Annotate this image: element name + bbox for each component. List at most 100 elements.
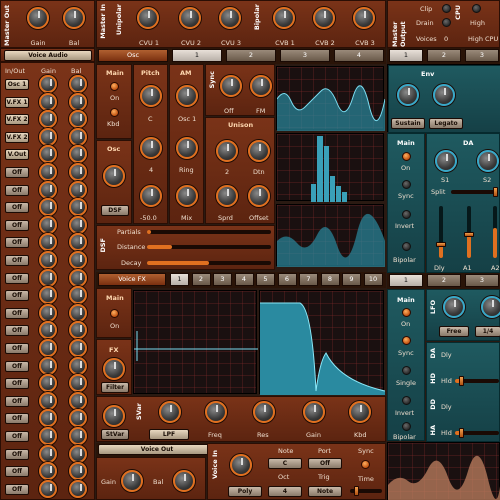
note-select[interactable]: C xyxy=(268,458,302,469)
voice-audio-row-button[interactable]: Off xyxy=(5,395,29,407)
voice-audio-row-button[interactable]: Off xyxy=(5,431,29,442)
voice-audio-row-button[interactable]: Off xyxy=(5,184,29,196)
vout-gain-knob[interactable] xyxy=(121,470,143,492)
voice-audio-gain-knob[interactable] xyxy=(39,163,57,181)
da-invert-led[interactable] xyxy=(402,210,411,219)
voice-audio-bal-knob[interactable] xyxy=(69,479,87,498)
hd-handle[interactable] xyxy=(459,376,464,386)
split-slider[interactable] xyxy=(451,190,497,194)
freq-knob[interactable] xyxy=(205,401,227,423)
voice-audio-row-button[interactable]: V.Out xyxy=(5,149,29,161)
svar-kbd-knob[interactable] xyxy=(349,401,371,423)
voice-audio-gain-knob[interactable] xyxy=(39,92,57,111)
poly-button[interactable]: Poly xyxy=(228,486,262,497)
voice-audio-gain-knob[interactable] xyxy=(39,444,57,463)
voice-fx-tab-8[interactable]: 8 xyxy=(320,273,340,286)
voice-audio-row-button[interactable]: Off xyxy=(5,343,29,354)
voice-audio-gain-knob[interactable] xyxy=(39,127,57,146)
voice-audio-bal-knob[interactable] xyxy=(69,163,87,181)
voice-audio-bal-knob[interactable] xyxy=(69,374,87,393)
lfo-sync-led[interactable] xyxy=(402,336,411,345)
voice-audio-gain-knob[interactable] xyxy=(39,233,57,252)
voice-fx-tab-5[interactable]: 5 xyxy=(256,273,275,286)
voice-fx-tab-4[interactable]: 4 xyxy=(234,273,254,286)
voice-audio-bal-knob[interactable] xyxy=(69,356,87,375)
right-tab-1[interactable]: 1 xyxy=(389,49,423,62)
osc-tab-1[interactable]: 1 xyxy=(172,49,222,62)
voice-fx-tab-6[interactable]: 6 xyxy=(277,273,297,286)
cvu1-knob[interactable] xyxy=(137,7,159,29)
osc-tab-3[interactable]: 3 xyxy=(280,49,330,62)
voice-audio-row-button[interactable]: Off xyxy=(5,237,29,249)
unison-offset-knob[interactable] xyxy=(248,185,270,207)
voice-audio-bal-knob[interactable] xyxy=(69,303,87,322)
voice-audio-gain-knob[interactable] xyxy=(39,198,57,217)
fx-type-knob[interactable] xyxy=(103,358,125,380)
drain-led[interactable] xyxy=(442,18,451,27)
voice-audio-gain-knob[interactable] xyxy=(39,251,57,269)
mix-knob[interactable] xyxy=(176,185,198,207)
vfx-on-led[interactable] xyxy=(110,309,119,318)
unison-sprd-knob[interactable] xyxy=(216,185,238,207)
vout-bal-knob[interactable] xyxy=(173,470,195,492)
dly-slider[interactable] xyxy=(439,206,443,258)
voice-audio-bal-knob[interactable] xyxy=(69,215,87,234)
free-button[interactable]: Free xyxy=(439,326,469,337)
voice-audio-row-button[interactable]: Osc 1 xyxy=(5,79,29,90)
voice-audio-gain-knob[interactable] xyxy=(39,374,57,393)
voice-fx-tab-2[interactable]: 2 xyxy=(191,273,211,286)
voice-fx-title-tab[interactable]: Voice FX xyxy=(98,273,166,286)
voice-audio-row-button[interactable]: V.FX 2 xyxy=(5,114,29,126)
a1-handle[interactable] xyxy=(464,232,474,237)
voice-audio-gain-knob[interactable] xyxy=(39,145,57,164)
cvu3-knob[interactable] xyxy=(219,7,241,29)
svar-gain-knob[interactable] xyxy=(303,401,325,423)
cvb2-knob[interactable] xyxy=(313,7,335,29)
distance-slider[interactable] xyxy=(147,245,271,249)
res-knob[interactable] xyxy=(253,401,275,423)
partials-slider[interactable] xyxy=(147,230,271,234)
voice-audio-row-button[interactable]: Off xyxy=(5,307,29,319)
da-bipolar-led[interactable] xyxy=(402,242,411,251)
voice-audio-bal-knob[interactable] xyxy=(69,391,87,410)
voice-audio-row-button[interactable]: Off xyxy=(5,325,29,337)
lpf-button[interactable]: LPF xyxy=(149,429,189,440)
voice-audio-gain-knob[interactable] xyxy=(39,427,57,445)
voice-audio-row-button[interactable]: Off xyxy=(5,466,29,478)
port-select[interactable]: Off xyxy=(308,458,342,469)
rate-button[interactable]: 1/4 xyxy=(475,326,500,337)
voice-audio-gain-knob[interactable] xyxy=(39,391,57,410)
right-tab-2[interactable]: 2 xyxy=(427,49,461,62)
voice-audio-row-button[interactable]: Off xyxy=(5,255,29,266)
voice-audio-bal-knob[interactable] xyxy=(69,251,87,269)
voice-audio-button[interactable]: Voice Audio xyxy=(4,50,92,61)
osc-title-tab[interactable]: Osc xyxy=(98,49,168,62)
master-bal-knob[interactable] xyxy=(63,7,85,29)
cvb1-knob[interactable] xyxy=(273,7,295,29)
voice-audio-row-button[interactable]: Off xyxy=(5,219,29,231)
osc-tab-4[interactable]: 4 xyxy=(334,49,384,62)
voice-audio-row-button[interactable]: V.FX 1 xyxy=(5,96,29,108)
voice-audio-gain-knob[interactable] xyxy=(39,479,57,498)
lfo-shape-knob[interactable] xyxy=(443,296,465,318)
pitch-fine-knob[interactable] xyxy=(140,185,162,207)
cvb3-knob[interactable] xyxy=(353,7,375,29)
right-tab-3[interactable]: 3 xyxy=(465,49,499,62)
voice-audio-bal-knob[interactable] xyxy=(69,127,87,146)
voice-audio-bal-knob[interactable] xyxy=(69,92,87,111)
voice-audio-row-button[interactable]: Off xyxy=(5,167,29,178)
voice-out-button[interactable]: Voice Out xyxy=(98,444,216,455)
s1-knob[interactable] xyxy=(435,150,457,172)
voice-audio-bal-knob[interactable] xyxy=(69,339,87,357)
oct-select[interactable]: 4 xyxy=(268,486,302,497)
voice-audio-bal-knob[interactable] xyxy=(69,444,87,463)
filter-button[interactable]: Filter xyxy=(101,382,129,393)
dly-handle[interactable] xyxy=(436,242,446,247)
cvu2-knob[interactable] xyxy=(179,7,201,29)
voice-audio-bal-knob[interactable] xyxy=(69,321,87,340)
unison-dtn-knob[interactable] xyxy=(248,140,270,162)
voice-audio-bal-knob[interactable] xyxy=(69,462,87,481)
voice-fx-tab-7[interactable]: 7 xyxy=(299,273,318,286)
voice-audio-bal-knob[interactable] xyxy=(69,409,87,428)
lfo-on-led[interactable] xyxy=(402,308,411,317)
